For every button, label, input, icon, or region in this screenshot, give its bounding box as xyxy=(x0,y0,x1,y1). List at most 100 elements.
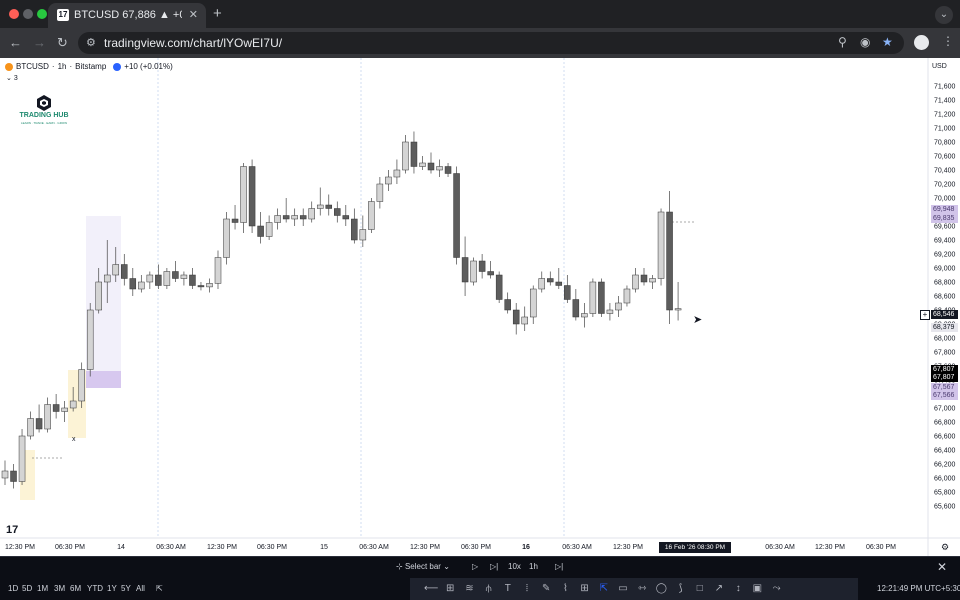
brush-curve-icon[interactable]: ⤳ xyxy=(770,582,784,596)
candle-body xyxy=(44,404,51,430)
candle-body xyxy=(163,271,171,286)
pitchfork-icon[interactable]: ⫛ xyxy=(482,582,496,596)
range-button-5y[interactable]: 5Y xyxy=(121,584,131,593)
play-icon[interactable]: ▷ xyxy=(472,562,478,571)
curve-icon[interactable]: ⟆ xyxy=(674,582,688,596)
candle-body xyxy=(299,215,307,220)
visibility-icon[interactable] xyxy=(113,62,122,71)
legend-interval: 1h xyxy=(57,62,67,71)
jump-to-realtime-icon[interactable]: ▷| xyxy=(555,562,563,571)
candle-body xyxy=(231,218,239,223)
range-button-all[interactable]: All xyxy=(136,584,145,593)
table-grid-icon[interactable]: ⊞ xyxy=(443,582,457,596)
range-icon[interactable]: ⇿ xyxy=(635,582,649,596)
range-button-5d[interactable]: 5D xyxy=(22,584,32,593)
x-tick-label: 12:30 PM xyxy=(207,544,237,551)
grid-layout-icon[interactable]: ⊞ xyxy=(578,582,592,596)
chart-area[interactable]: x 71,600 71,400 71,200 71,000 70,800 70,600 70,… xyxy=(0,58,960,556)
candle-body xyxy=(623,288,631,304)
arrow-icon[interactable]: ↗ xyxy=(712,582,726,596)
y-tick-label: 65,800 xyxy=(934,490,956,497)
candle-body xyxy=(444,166,452,174)
site-settings-icon[interactable]: ⚙ xyxy=(86,36,96,49)
candle-body xyxy=(598,281,605,314)
bars-pattern-icon[interactable]: ⦙ xyxy=(520,582,534,596)
bottom-toolbar: 1D 5D 1M 3M 6M YTD 1Y 5Y All ⇱ ⟵ ⊞ ≋ ⫛ T ⦙ ✎ ⌇ ⊞ ⇱ ▭ ⇿ ◯ ⟆ □ ↗ ↕… xyxy=(0,578,960,600)
browser-menu-icon[interactable]: ⋮ xyxy=(942,34,954,48)
text-icon[interactable]: T xyxy=(501,582,515,596)
y-tick-label: 70,000 xyxy=(934,196,956,203)
y-tick-label: 66,400 xyxy=(934,448,956,455)
window-minimize-button[interactable] xyxy=(23,9,33,19)
bitcoin-icon xyxy=(5,62,13,71)
candle-body xyxy=(129,278,137,290)
candle-body xyxy=(581,313,588,318)
window-close-button[interactable] xyxy=(9,9,19,19)
range-button-1y[interactable]: 1Y xyxy=(107,584,117,593)
candle-body xyxy=(572,299,580,318)
select-bar-button[interactable]: ⊹ Select bar ⌄ xyxy=(396,562,450,571)
speech-bubble-icon[interactable]: ▭ xyxy=(616,582,630,596)
vertical-line-icon[interactable]: ↕ xyxy=(731,582,745,596)
add-alert-plus-icon[interactable]: + xyxy=(920,310,930,320)
y-tick-label: 68,000 xyxy=(934,336,956,343)
range-button-1d[interactable]: 1D xyxy=(8,584,18,593)
range-button-ytd[interactable]: YTD xyxy=(87,584,103,593)
y-tick-label: 71,400 xyxy=(934,98,956,105)
candle-body xyxy=(649,278,656,283)
candle-body xyxy=(282,215,290,220)
date-range-calendar-icon[interactable]: ⇱ xyxy=(156,584,163,593)
pen-icon[interactable]: ✎ xyxy=(539,582,553,596)
candlestick-chart[interactable]: x 71,600 71,400 71,200 71,000 70,800 70,600 70,… xyxy=(0,58,960,556)
y-tick-label: 71,000 xyxy=(934,126,956,133)
candle-body xyxy=(69,400,77,409)
clock-time[interactable]: 12:21:49 PM UTC+5:30 xyxy=(877,584,960,593)
candle-body xyxy=(334,208,341,216)
x-tick-label: 06:30 AM xyxy=(359,544,389,551)
tab-search-chevron-icon[interactable]: ⌄ xyxy=(935,6,953,24)
cursor-icon[interactable]: ⇱ xyxy=(597,582,611,596)
close-replay-icon[interactable]: ✕ xyxy=(937,560,947,574)
y-tick-label: 68,800 xyxy=(934,280,956,287)
new-tab-plus-icon[interactable]: + xyxy=(213,5,222,22)
indicator-count: 3 xyxy=(13,75,18,82)
browser-tab[interactable]: 17 BTCUSD 67,886 ▲ +0.62% T ✕ xyxy=(48,3,206,28)
rect-icon[interactable]: □ xyxy=(693,582,707,596)
candle-body xyxy=(52,404,60,412)
y-tick-label: 69,600 xyxy=(934,224,956,231)
zoom-icon[interactable]: ⚲ xyxy=(838,35,847,49)
range-button-1m[interactable]: 1M xyxy=(37,584,48,593)
replay-interval-button[interactable]: 1h xyxy=(529,562,538,571)
candle-body xyxy=(453,173,460,258)
symbol-legend[interactable]: BTCUSD · 1h · Bitstamp +10 (+0.01%) xyxy=(5,62,173,71)
profile-avatar[interactable] xyxy=(914,35,929,50)
ellipse-icon[interactable]: ◯ xyxy=(654,582,668,596)
candle-body xyxy=(27,418,34,437)
eye-icon[interactable]: ◉ xyxy=(860,35,870,49)
x-tick-label: 16 xyxy=(522,544,530,551)
url-text[interactable]: tradingview.com/chart/lYOwEI7U/ xyxy=(104,36,282,50)
fib-icon[interactable]: ≋ xyxy=(462,582,476,596)
forward-arrow-icon[interactable]: → xyxy=(33,35,46,50)
currency-label[interactable]: USD xyxy=(932,63,947,70)
candle-body xyxy=(78,369,85,402)
indicators-toggle[interactable]: ⌄ 3 xyxy=(6,74,18,82)
bookmark-star-icon[interactable]: ★ xyxy=(882,35,893,49)
tradingview-logo-icon[interactable]: 17 xyxy=(6,524,18,536)
brush-icon[interactable]: ⌇ xyxy=(558,582,572,596)
picture-icon[interactable]: ▣ xyxy=(750,582,764,596)
replay-speed-button[interactable]: 10x xyxy=(508,562,521,571)
address-bar[interactable]: ⚙ tradingview.com/chart/lYOwEI7U/ ⚲ ◉ ★ xyxy=(78,32,904,54)
horizontal-line-icon[interactable]: ⟵ xyxy=(424,582,438,596)
range-button-3m[interactable]: 3M xyxy=(54,584,65,593)
axis-settings-gear-icon[interactable]: ⚙ xyxy=(941,542,949,553)
range-button-6m[interactable]: 6M xyxy=(70,584,81,593)
back-arrow-icon[interactable]: ← xyxy=(9,35,22,50)
select-bar-label: Select bar xyxy=(404,562,441,571)
candle-body xyxy=(385,176,392,185)
candle-body xyxy=(368,201,375,230)
tab-close-icon[interactable]: ✕ xyxy=(189,8,198,21)
window-maximize-button[interactable] xyxy=(37,9,47,19)
step-forward-icon[interactable]: ▷| xyxy=(490,562,498,571)
reload-icon[interactable]: ↻ xyxy=(57,35,68,51)
